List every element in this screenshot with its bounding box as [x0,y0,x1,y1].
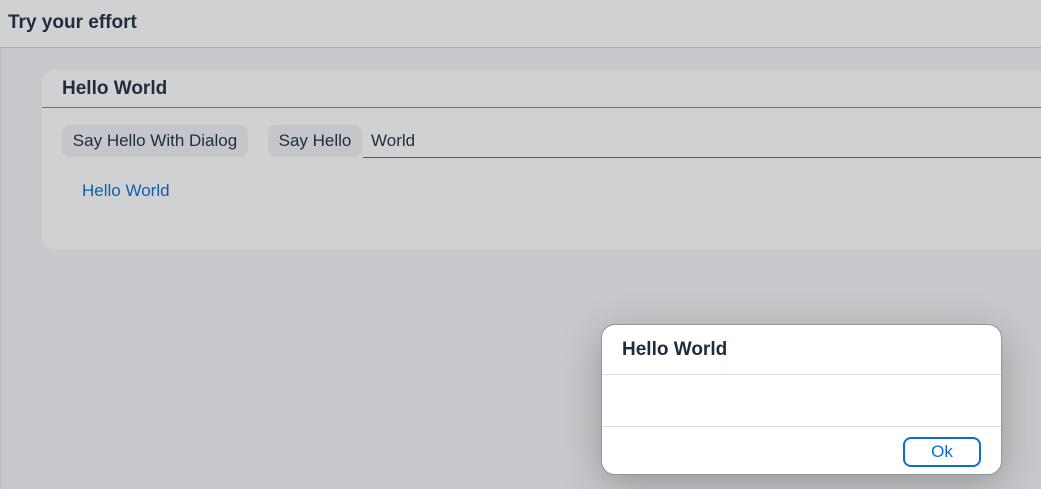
hello-dialog: Hello World Ok [601,324,1002,475]
ok-button[interactable]: Ok [903,437,981,467]
dialog-footer: Ok [602,426,1001,474]
dialog-content [602,375,1001,426]
dialog-title: Hello World [622,339,728,360]
dialog-header: Hello World [602,325,1001,375]
